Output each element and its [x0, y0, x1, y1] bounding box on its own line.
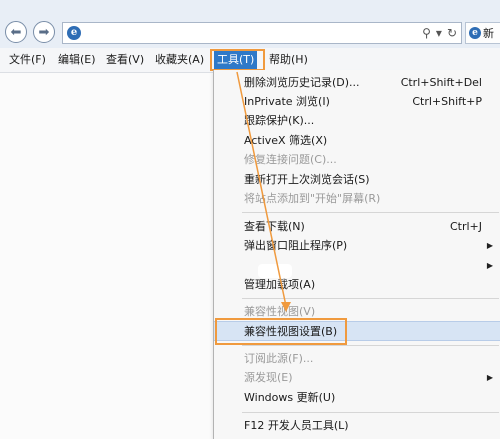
compat-settings-highlight — [215, 318, 347, 345]
annotation-arrow-line — [236, 71, 287, 307]
annotation-arrow — [236, 71, 291, 312]
annotation-arrow-head — [281, 302, 291, 312]
